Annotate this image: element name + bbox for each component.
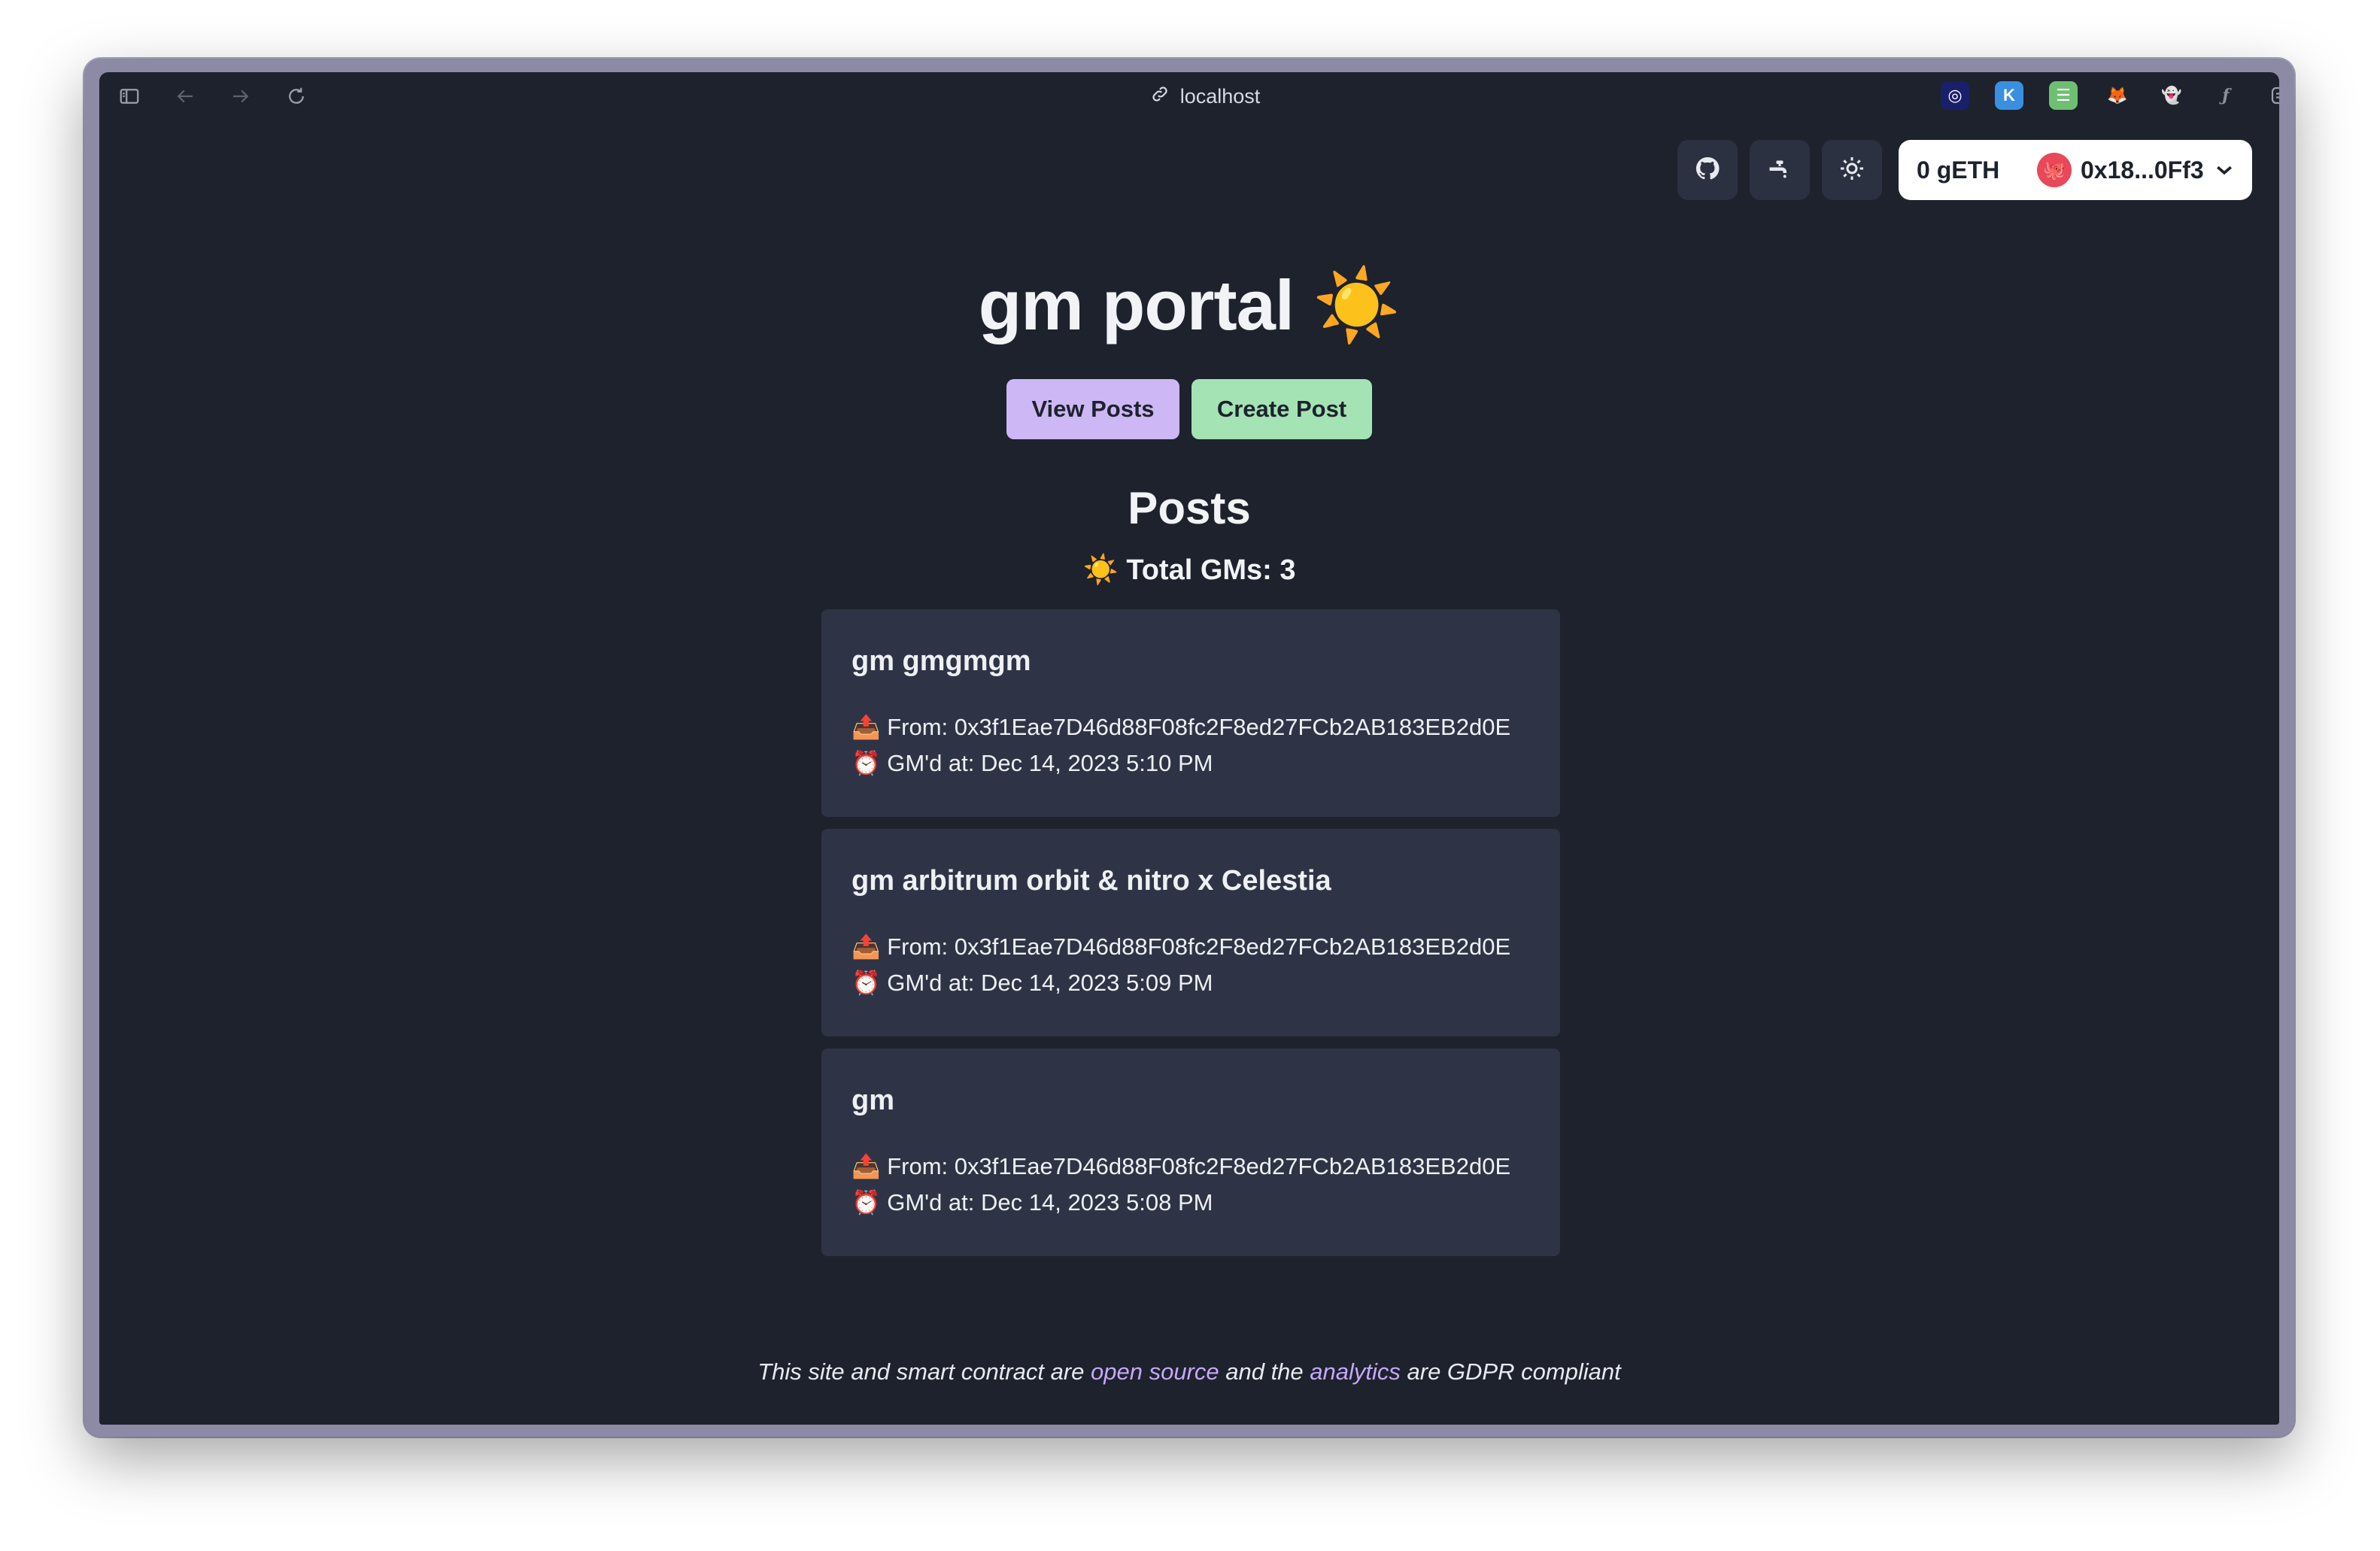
wallet-connect-button[interactable]: 0 gETH 🐙 0x18...0Ff3 [1899,140,2252,200]
url-text: localhost [1179,84,1261,108]
post-card: gm arbitrum orbit & nitro x Celestia 📤 F… [821,829,1560,1037]
dark-circle-extension-icon[interactable]: ◎ [1941,81,1969,110]
address-bar[interactable]: localhost [1107,80,1303,113]
forward-arrow-icon[interactable] [227,83,254,110]
post-card: gm 📤 From: 0x3f1Eae7D46d88F08fc2F8ed27FC… [821,1049,1560,1256]
reload-icon[interactable] [283,83,310,110]
wallet-balance: 0 gETH [1917,156,2000,184]
browser-window: localhost ◎ K ☰ 🦊 👻 ƒ 0 gETH 🐙 0x18...0F… [84,59,2294,1437]
post-sender: 📤 From: 0x3f1Eae7D46d88F08fc2F8ed27FCb2A… [852,714,1511,740]
post-title: gm arbitrum orbit & nitro x Celestia [852,865,1331,897]
theme-toggle-icon [1838,155,1865,186]
link-icon [1150,84,1170,109]
create-post-button[interactable]: Create Post [1192,379,1372,439]
faucet-button[interactable] [1750,140,1810,200]
post-sender: 📤 From: 0x3f1Eae7D46d88F08fc2F8ed27FCb2A… [852,1153,1511,1179]
faucet-icon [1766,155,1793,186]
metamask-fox-icon[interactable]: 🦊 [2103,81,2132,110]
post-actions: View Posts Create Post [99,379,2279,439]
footer-text: are GDPR compliant [1400,1358,1621,1385]
total-gms-count: ☀️ Total GMs: 3 [1082,554,1296,586]
stack-extension-icon[interactable]: ☰ [2049,81,2078,110]
function-extension-icon[interactable]: ƒ [2212,81,2240,110]
github-icon [1694,155,1721,186]
footer-note: This site and smart contract are open so… [99,1358,2279,1386]
post-card: gm gmgmgm 📤 From: 0x3f1Eae7D46d88F08fc2F… [821,609,1560,817]
open-source-link[interactable]: open source [1091,1358,1219,1385]
browser-toolbar: localhost ◎ K ☰ 🦊 👻 ƒ [99,72,2279,119]
back-arrow-icon[interactable] [172,83,199,110]
account-button[interactable]: 🐙 0x18...0Ff3 [2037,144,2248,196]
post-timestamp: ⏰ GM'd at: Dec 14, 2023 5:08 PM [852,1189,1213,1216]
footer-text: This site and smart contract are [757,1358,1091,1385]
analytics-link[interactable]: analytics [1310,1358,1401,1385]
post-title: gm [852,1085,894,1116]
footer-text: and the [1219,1358,1310,1385]
extensions-menu-icon[interactable] [2266,81,2279,110]
theme-toggle-button[interactable] [1822,140,1882,200]
posts-heading: Posts [1128,483,1251,533]
post-sender: 📤 From: 0x3f1Eae7D46d88F08fc2F8ed27FCb2A… [852,933,1511,960]
ghost-extension-icon[interactable]: 👻 [2157,81,2186,110]
chevron-down-icon [2213,159,2236,181]
github-button[interactable] [1677,140,1738,200]
k-extension-icon[interactable]: K [1995,81,2023,110]
post-title: gm gmgmgm [852,645,1031,677]
avatar: 🐙 [2037,153,2072,187]
wallet-address: 0x18...0Ff3 [2081,156,2204,184]
view-posts-button[interactable]: View Posts [1006,379,1179,439]
post-timestamp: ⏰ GM'd at: Dec 14, 2023 5:09 PM [852,970,1213,996]
sidebar-icon[interactable] [116,83,143,110]
page-title: gm portal ☀️ [978,266,1401,344]
post-timestamp: ⏰ GM'd at: Dec 14, 2023 5:10 PM [852,750,1213,776]
browser-viewport: localhost ◎ K ☰ 🦊 👻 ƒ 0 gETH 🐙 0x18...0F… [99,72,2279,1425]
posts-list: gm gmgmgm 📤 From: 0x3f1Eae7D46d88F08fc2F… [821,609,1560,1268]
